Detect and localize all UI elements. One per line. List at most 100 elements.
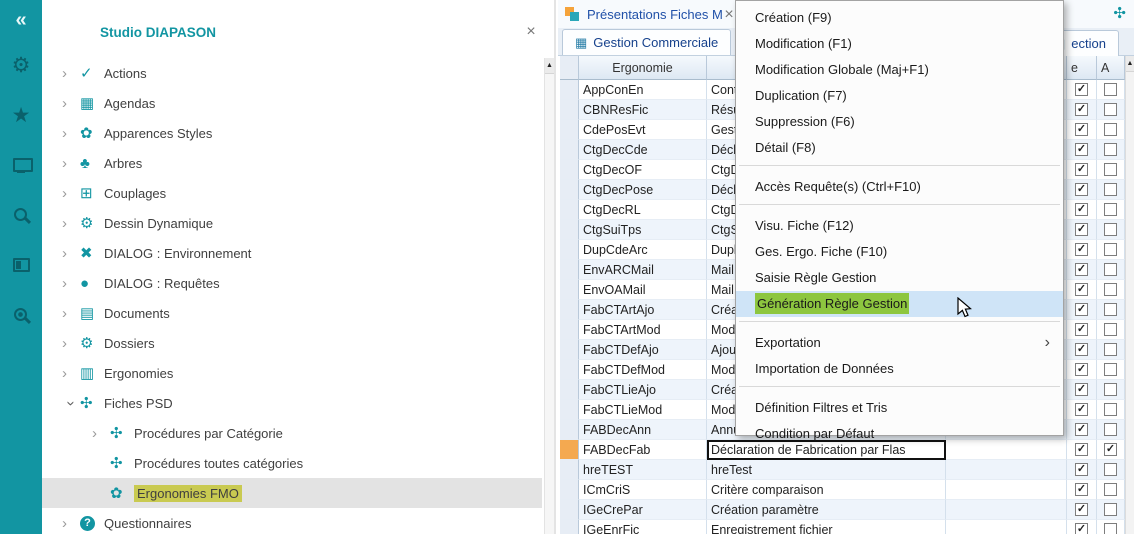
row-selector-cell[interactable] [560, 420, 579, 440]
checkbox[interactable] [1104, 383, 1117, 396]
ergonomie-cell[interactable]: CtgDecRL [579, 200, 707, 220]
tree-chevron-icon[interactable] [62, 185, 80, 202]
tree-chevron-icon[interactable] [62, 275, 80, 292]
tree-chevron-icon[interactable] [62, 515, 80, 532]
ergonomie-cell[interactable]: IGeEnrFic [579, 520, 707, 534]
ergonomie-cell[interactable]: ICmCriS [579, 480, 707, 500]
row-selector-cell[interactable] [560, 120, 579, 140]
description-cell[interactable]: Création paramètre [707, 500, 946, 520]
checkbox[interactable] [1075, 263, 1088, 276]
rail-button[interactable] [0, 140, 42, 190]
row-selector-cell[interactable] [560, 240, 579, 260]
checkbox[interactable] [1104, 343, 1117, 356]
ergonomie-cell[interactable]: hreTEST [579, 460, 707, 480]
tree-chevron-icon[interactable] [62, 125, 80, 142]
row-selector-cell[interactable] [560, 460, 579, 480]
menu-item[interactable]: Modification (F1) [736, 31, 1063, 57]
checkbox[interactable] [1075, 403, 1088, 416]
checkbox[interactable] [1104, 143, 1117, 156]
menu-item[interactable]: Définition Filtres et Tris [736, 395, 1063, 421]
checkbox[interactable] [1075, 183, 1088, 196]
row-selector-cell[interactable] [560, 200, 579, 220]
ergonomie-cell[interactable]: FabCTArtAjo [579, 300, 707, 320]
tree-chevron-icon[interactable] [63, 394, 80, 412]
column-header-chk2[interactable]: A [1097, 56, 1125, 80]
row-selector-cell[interactable] [560, 100, 579, 120]
rail-button[interactable] [0, 240, 42, 290]
tree-chevron-icon[interactable] [62, 155, 80, 172]
ergonomie-cell[interactable]: EnvARCMail [579, 260, 707, 280]
menu-item[interactable]: Détail (F8) [736, 135, 1063, 161]
close-icon[interactable]: × [522, 23, 540, 41]
tab-gestion-commerciale[interactable]: ▦ Gestion Commerciale [562, 29, 731, 55]
ergonomie-cell[interactable]: CdePosEvt [579, 120, 707, 140]
description-cell[interactable]: Enregistrement fichier [707, 520, 946, 534]
checkbox[interactable] [1075, 143, 1088, 156]
ergonomie-cell[interactable]: CtgSuiTps [579, 220, 707, 240]
ergonomie-cell[interactable]: CBNResFic [579, 100, 707, 120]
row-selector-cell[interactable] [560, 380, 579, 400]
menu-item[interactable]: Modification Globale (Maj+F1) [736, 57, 1063, 83]
rail-button[interactable]: ⚙ [0, 40, 42, 90]
menu-item[interactable] [736, 386, 1063, 395]
ergonomie-cell[interactable]: DupCdeArc [579, 240, 707, 260]
checkbox[interactable] [1075, 483, 1088, 496]
ergonomie-cell[interactable]: CtgDecOF [579, 160, 707, 180]
scroll-up-button[interactable]: ▲ [1126, 56, 1134, 72]
tree-item[interactable]: ? Questionnaires [42, 508, 542, 534]
checkbox[interactable] [1104, 203, 1117, 216]
row-selector-cell[interactable] [560, 160, 579, 180]
table-row[interactable]: hreTEST hreTest [560, 460, 1134, 480]
ergonomie-cell[interactable]: FABDecAnn [579, 420, 707, 440]
rail-button[interactable]: ★ [0, 90, 42, 140]
tree-item[interactable]: ♣ Arbres [42, 148, 542, 178]
ergonomie-cell[interactable]: FABDecFab [579, 440, 707, 460]
checkbox[interactable] [1075, 163, 1088, 176]
tree-item[interactable]: ● DIALOG : Requêtes [42, 268, 542, 298]
extra-cell[interactable] [946, 460, 1067, 480]
tree-item[interactable]: ✖ DIALOG : Environnement [42, 238, 542, 268]
ergonomie-cell[interactable]: AppConEn [579, 80, 707, 100]
tree-chevron-icon[interactable] [62, 335, 80, 352]
scroll-up-button[interactable]: ▲ [545, 58, 554, 74]
checkbox[interactable] [1104, 223, 1117, 236]
checkbox[interactable] [1075, 503, 1088, 516]
checkbox[interactable] [1104, 283, 1117, 296]
table-row[interactable]: IGeCrePar Création paramètre [560, 500, 1134, 520]
checkbox[interactable] [1104, 103, 1117, 116]
column-header-ergonomie[interactable]: Ergonomie [579, 56, 707, 80]
menu-item[interactable]: Duplication (F7) [736, 83, 1063, 109]
tree-item[interactable]: ✣ Fiches PSD [42, 388, 542, 418]
checkbox[interactable] [1075, 283, 1088, 296]
table-scrollbar[interactable]: ▲ [1125, 56, 1134, 534]
ergonomie-cell[interactable]: FabCTLieMod [579, 400, 707, 420]
checkbox[interactable] [1075, 123, 1088, 136]
tree-item[interactable]: ⊞ Couplages [42, 178, 542, 208]
checkbox[interactable] [1075, 423, 1088, 436]
tree-item[interactable]: ✿ Apparences Styles [42, 118, 542, 148]
menu-item[interactable] [736, 321, 1063, 330]
tree-item[interactable]: ▥ Ergonomies [42, 358, 542, 388]
checkbox[interactable] [1104, 183, 1117, 196]
row-selector-cell[interactable] [560, 400, 579, 420]
tree-chevron-icon[interactable] [62, 95, 80, 112]
menu-item[interactable] [736, 204, 1063, 213]
checkbox[interactable] [1104, 483, 1117, 496]
menu-item[interactable]: Importation de Données [736, 356, 1063, 382]
row-selector-cell[interactable] [560, 440, 579, 460]
ergonomie-cell[interactable]: CtgDecCde [579, 140, 707, 160]
tree-chevron-icon[interactable] [62, 305, 80, 322]
menu-item[interactable]: Exportation [736, 330, 1063, 356]
ergonomie-cell[interactable]: IGeCrePar [579, 500, 707, 520]
tree-item[interactable]: ✣ Procédures par Catégorie [42, 418, 542, 448]
sidebar-scrollbar[interactable]: ▲ [544, 58, 554, 534]
row-selector-cell[interactable] [560, 520, 579, 534]
row-selector-cell[interactable] [560, 260, 579, 280]
tree-item[interactable]: ▤ Documents [42, 298, 542, 328]
checkbox[interactable] [1075, 343, 1088, 356]
row-selector-cell[interactable] [560, 280, 579, 300]
ergonomie-cell[interactable]: FabCTLieAjo [579, 380, 707, 400]
ergonomie-cell[interactable]: EnvOAMail [579, 280, 707, 300]
tree-item[interactable]: ⚙ Dessin Dynamique [42, 208, 542, 238]
checkbox[interactable] [1104, 303, 1117, 316]
